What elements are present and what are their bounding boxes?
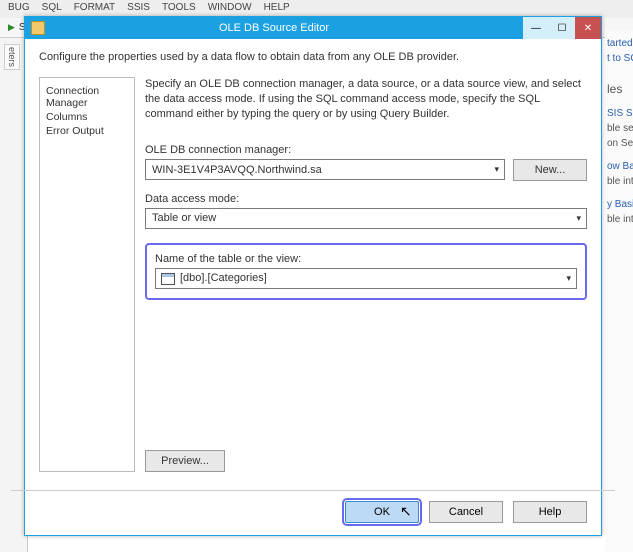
dialog-title: OLE DB Source Editor bbox=[25, 22, 523, 34]
menu-item[interactable]: SQL bbox=[42, 2, 62, 16]
hint-text: on Ser bbox=[605, 136, 633, 151]
close-button[interactable]: ✕ bbox=[575, 17, 601, 39]
ok-button[interactable]: OK bbox=[345, 501, 419, 523]
ole-db-source-editor-dialog: OLE DB Source Editor — ☐ ✕ Configure the… bbox=[24, 16, 602, 536]
menu-item[interactable]: SSIS bbox=[127, 2, 150, 16]
window-buttons: — ☐ ✕ bbox=[523, 17, 601, 39]
hint-text: ble int bbox=[605, 212, 633, 227]
hint-text: ble ser bbox=[605, 121, 633, 136]
title-bar[interactable]: OLE DB Source Editor — ☐ ✕ bbox=[25, 17, 601, 39]
hint-text: ble int bbox=[605, 174, 633, 189]
connection-manager-label: OLE DB connection manager: bbox=[145, 144, 587, 156]
table-name-label: Name of the table or the view: bbox=[155, 253, 577, 265]
menu-item[interactable]: FORMAT bbox=[74, 2, 115, 16]
menu-item[interactable]: TOOLS bbox=[162, 2, 196, 16]
right-panel: tarted t to SQ les SIS Sc ble ser on Ser… bbox=[605, 30, 633, 552]
menu-item[interactable]: BUG bbox=[8, 2, 30, 16]
link-text[interactable]: y Basic bbox=[605, 197, 633, 212]
preview-button[interactable]: Preview... bbox=[145, 450, 225, 472]
content-split: Connection Manager Columns Error Output … bbox=[39, 77, 587, 472]
help-button[interactable]: Help bbox=[513, 501, 587, 523]
maximize-button[interactable]: ☐ bbox=[549, 17, 575, 39]
side-tab[interactable]: eters bbox=[4, 44, 20, 70]
sidebar-item-connection-manager[interactable]: Connection Manager bbox=[46, 84, 128, 110]
divider bbox=[11, 490, 615, 491]
cancel-button[interactable]: Cancel bbox=[429, 501, 503, 523]
new-button[interactable]: New... bbox=[513, 159, 587, 181]
data-access-mode-label: Data access mode: bbox=[145, 193, 587, 205]
table-icon bbox=[161, 273, 175, 285]
dialog-description: Configure the properties used by a data … bbox=[39, 51, 587, 63]
table-name-value: [dbo].[Categories] bbox=[180, 272, 267, 284]
play-icon: ▶ bbox=[8, 22, 15, 33]
connection-manager-select[interactable]: WIN-3E1V4P3AVQQ.Northwind.sa bbox=[145, 159, 505, 180]
data-access-mode-select[interactable]: Table or view bbox=[145, 208, 587, 229]
menu-item[interactable]: WINDOW bbox=[208, 2, 252, 16]
main-pane: Specify an OLE DB connection manager, a … bbox=[145, 77, 587, 472]
intro-text: Specify an OLE DB connection manager, a … bbox=[145, 77, 587, 122]
minimize-button[interactable]: — bbox=[523, 17, 549, 39]
panel-header: les bbox=[605, 80, 633, 98]
dialog-footer: OK Cancel Help bbox=[25, 501, 601, 535]
menu-item[interactable]: HELP bbox=[264, 2, 290, 16]
link-text[interactable]: ow Ba bbox=[605, 159, 633, 174]
connection-manager-value: WIN-3E1V4P3AVQQ.Northwind.sa bbox=[152, 164, 322, 176]
table-name-select[interactable]: [dbo].[Categories] bbox=[155, 268, 577, 289]
hint-text: tarted bbox=[605, 36, 633, 51]
table-name-highlight: Name of the table or the view: [dbo].[Ca… bbox=[145, 243, 587, 300]
link-text[interactable]: SIS Sc bbox=[605, 106, 633, 121]
category-sidebar: Connection Manager Columns Error Output bbox=[39, 77, 135, 472]
hint-text: t to SQ bbox=[605, 51, 633, 66]
sidebar-item-error-output[interactable]: Error Output bbox=[46, 124, 128, 138]
dialog-body: Configure the properties used by a data … bbox=[25, 39, 601, 480]
sidebar-item-columns[interactable]: Columns bbox=[46, 110, 128, 124]
data-access-mode-value: Table or view bbox=[152, 212, 216, 224]
